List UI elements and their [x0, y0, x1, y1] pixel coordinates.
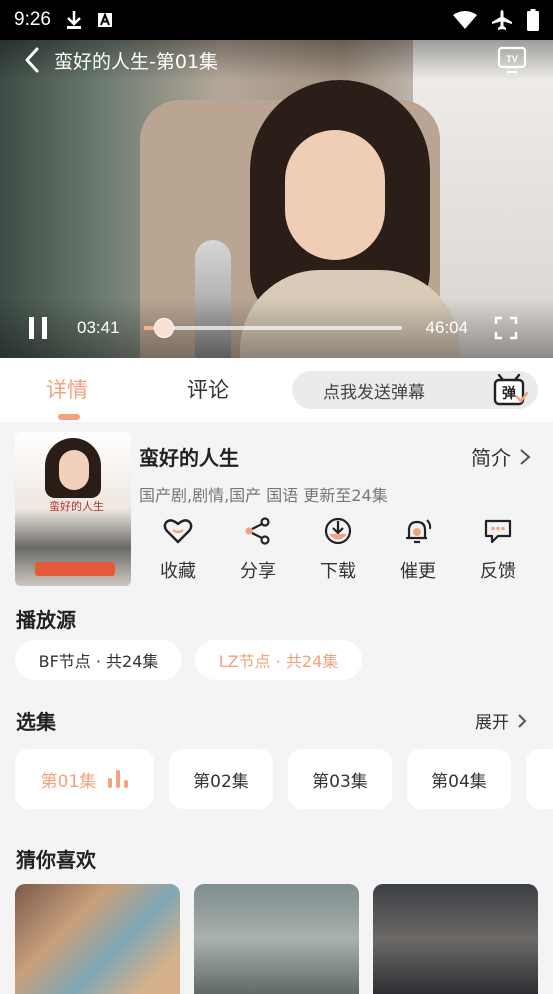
episode-item-02[interactable]: 第02集 [169, 749, 273, 809]
episode-item-04[interactable]: 第04集 [407, 749, 511, 809]
back-icon[interactable] [24, 47, 40, 73]
poster-title: 蛮好的人生 [49, 500, 104, 513]
tab-comments[interactable]: 评论 [187, 374, 229, 404]
svg-text:TV: TV [506, 54, 518, 64]
recommend-item[interactable] [194, 884, 359, 994]
expand-episodes-button[interactable]: 展开 [475, 708, 527, 733]
heart-icon [163, 519, 193, 544]
episode-item-05[interactable] [526, 749, 553, 809]
download-button[interactable]: 下载 [298, 517, 378, 583]
status-system-icons [453, 9, 539, 31]
danmu-icon[interactable]: 弹 [492, 371, 528, 409]
source-section-title: 播放源 [16, 608, 76, 632]
status-bar: 9:26 [0, 0, 553, 40]
episode-section-title: 选集 [16, 710, 56, 734]
status-notifications [65, 10, 113, 30]
progress-bar[interactable] [143, 318, 402, 338]
wifi-icon [453, 11, 477, 29]
danmu-placeholder: 点我发送弹幕 [323, 382, 425, 403]
recommend-item[interactable] [15, 884, 180, 994]
expand-label: 展开 [475, 713, 509, 733]
download-label: 下载 [320, 561, 356, 582]
poster-date-badge [35, 562, 115, 576]
show-title: 蛮好的人生 [139, 446, 239, 470]
playing-indicator-icon [108, 770, 129, 788]
urge-update-button[interactable]: 催更 [378, 517, 458, 583]
chevron-right-icon [520, 448, 531, 465]
download-icon [324, 517, 352, 545]
intro-button[interactable]: 简介 [471, 442, 531, 471]
action-row: 收藏 分享 下载 催更 反馈 [138, 517, 538, 583]
video-player[interactable]: 蛮好的人生-第01集 TV 03:41 46:04 [0, 40, 553, 358]
feedback-button[interactable]: 反馈 [458, 517, 538, 583]
video-frame-person-face [285, 130, 385, 260]
pause-icon[interactable] [26, 315, 50, 341]
airplane-icon [492, 10, 512, 30]
cast-tv-icon[interactable]: TV [497, 46, 527, 74]
bell-icon [405, 519, 432, 544]
progress-thumb[interactable] [154, 318, 175, 338]
status-time: 9:26 [14, 9, 51, 30]
share-button[interactable]: 分享 [218, 517, 298, 583]
total-time: 46:04 [425, 318, 469, 337]
battery-icon [527, 9, 539, 31]
player-controls: 03:41 46:04 [0, 298, 553, 358]
episode-item-03[interactable]: 第03集 [288, 749, 392, 809]
episode-label: 第01集 [40, 771, 97, 792]
video-title: 蛮好的人生-第01集 [54, 50, 219, 73]
chevron-right-icon [518, 713, 527, 728]
tab-detail[interactable]: 详情 [46, 374, 88, 404]
detail-content: 蛮好的人生 蛮好的人生 简介 国产剧,剧情,国产 国语 更新至24集 收藏 分享… [0, 422, 553, 994]
source-chip-lz[interactable]: LZ节点 · 共24集 [195, 640, 362, 680]
feedback-icon [484, 519, 512, 544]
intro-label: 简介 [471, 446, 511, 470]
poster-person-face [59, 450, 89, 490]
current-time: 03:41 [77, 318, 120, 337]
tab-active-indicator [58, 414, 80, 420]
episode-item-01[interactable]: 第01集 [15, 749, 154, 809]
share-icon [245, 517, 270, 545]
recommend-item[interactable] [373, 884, 538, 994]
feedback-label: 反馈 [480, 561, 516, 582]
player-top-bar: 蛮好的人生-第01集 [0, 40, 553, 80]
show-poster[interactable]: 蛮好的人生 [15, 432, 131, 586]
app-notification-icon [97, 12, 112, 27]
danmu-input[interactable]: 点我发送弹幕 弹 [292, 371, 538, 409]
danmu-icon-char: 弹 [502, 385, 516, 402]
fullscreen-icon[interactable] [494, 316, 518, 340]
tab-bar: 详情 评论 点我发送弹幕 弹 [0, 358, 553, 422]
recommend-section-title: 猜你喜欢 [16, 848, 96, 872]
share-label: 分享 [240, 561, 276, 582]
download-status-icon [66, 11, 81, 29]
favorite-label: 收藏 [160, 561, 196, 582]
episode-list: 第01集 第02集 第03集 第04集 [15, 749, 553, 811]
source-chip-bf[interactable]: BF节点 · 共24集 [15, 640, 182, 680]
urge-update-label: 催更 [400, 561, 436, 582]
show-meta: 国产剧,剧情,国产 国语 更新至24集 [139, 486, 388, 505]
favorite-button[interactable]: 收藏 [138, 517, 218, 583]
